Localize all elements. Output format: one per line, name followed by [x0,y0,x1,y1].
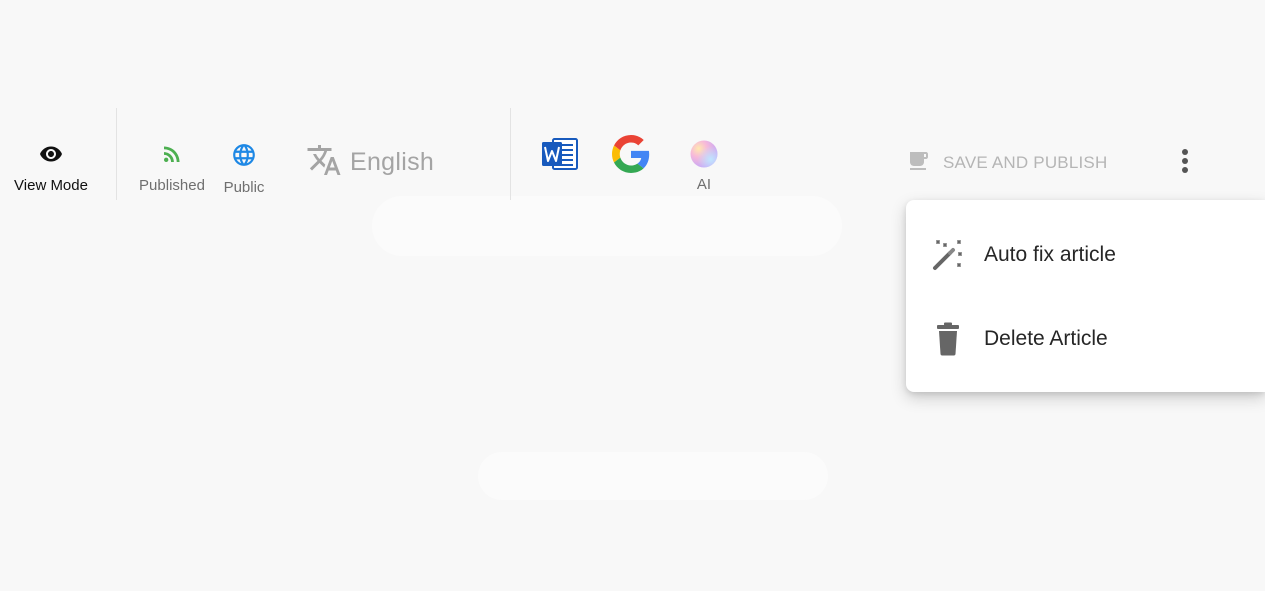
save-and-publish-label: SAVE AND PUBLISH [943,153,1108,172]
delete-article-label: Delete Article [984,327,1108,350]
menu-item-auto-fix-article[interactable]: Auto fix article [906,224,1265,286]
visibility-public-button[interactable]: Public [214,142,274,196]
word-import-button[interactable] [538,135,580,178]
published-status-button[interactable]: Published [134,142,210,194]
word-icon [540,135,578,178]
more-options-menu: Auto fix article Delete Article [906,200,1265,392]
language-selector[interactable]: English [306,140,434,184]
language-label: English [350,147,435,176]
ai-assistant-button[interactable]: AI [684,139,724,193]
published-label: Published [139,177,205,194]
toolbar-divider [116,108,117,200]
ai-label: AI [696,176,712,193]
save-publish-icon [906,149,930,178]
view-mode-button[interactable]: View Mode [8,142,94,194]
more-options-button[interactable] [1166,143,1204,183]
translate-icon [306,142,342,183]
save-and-publish-button[interactable]: SAVE AND PUBLISH [906,146,1107,180]
public-label: Public [223,179,265,196]
background-ghost-shape [372,196,842,256]
rss-feed-icon [160,142,184,171]
magic-wand-icon [931,238,965,272]
google-import-button[interactable] [610,135,652,178]
more-vertical-icon [1181,148,1189,179]
toolbar-divider [510,108,511,200]
trash-icon [931,322,965,356]
menu-item-delete-article[interactable]: Delete Article [906,308,1265,370]
auto-fix-article-label: Auto fix article [984,243,1116,266]
ai-orb-icon [689,139,719,174]
background-ghost-shape [478,452,828,500]
view-mode-label: View Mode [14,177,88,194]
page: View Mode Published Public English AI SA… [0,0,1265,591]
google-icon [612,135,650,178]
globe-icon [231,142,257,173]
eye-icon [39,142,63,171]
